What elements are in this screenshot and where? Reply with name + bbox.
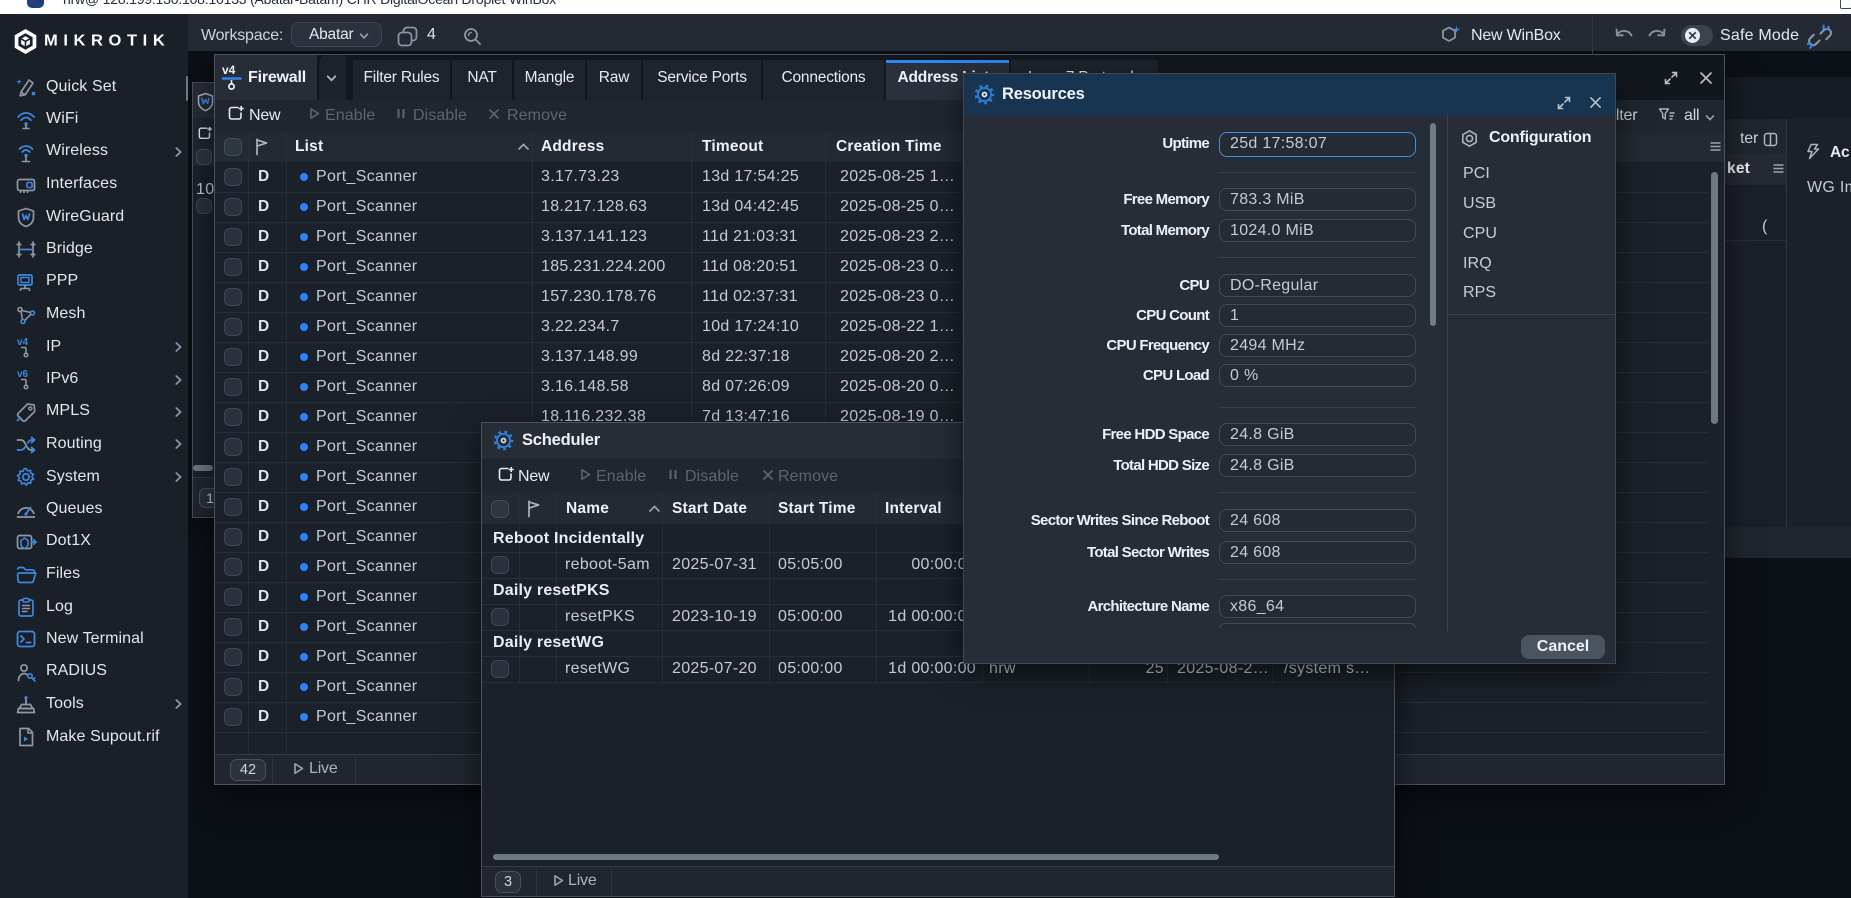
svg-text:v4: v4 bbox=[17, 337, 29, 348]
svg-text:v4: v4 bbox=[222, 63, 236, 77]
svg-text:v6: v6 bbox=[17, 369, 29, 380]
